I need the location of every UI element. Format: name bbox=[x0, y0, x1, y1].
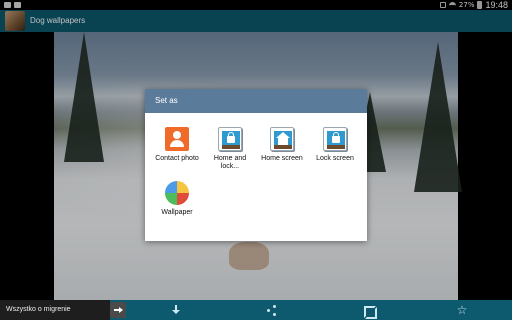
dialog-title: Set as bbox=[155, 96, 178, 105]
ad-banner[interactable]: Wszystko o migrenie bbox=[0, 300, 110, 320]
lock-icon bbox=[227, 132, 235, 143]
option-label: Home screen bbox=[261, 155, 303, 162]
house-shape bbox=[278, 138, 288, 145]
option-wallpaper[interactable]: Wallpaper bbox=[152, 181, 202, 237]
option-home-and-lock[interactable]: Home and lock... bbox=[205, 127, 255, 183]
option-home-screen[interactable]: Home screen bbox=[257, 127, 307, 183]
arrow-right-icon[interactable] bbox=[110, 302, 126, 318]
lock-photo-icon bbox=[218, 127, 242, 151]
lock-icon bbox=[332, 132, 340, 143]
share-icon[interactable] bbox=[266, 304, 278, 316]
option-label: Home and lock... bbox=[213, 155, 247, 170]
star-icon[interactable]: ☆ bbox=[456, 304, 468, 316]
dialog-header: Set as bbox=[145, 89, 367, 113]
contact-icon bbox=[165, 127, 189, 151]
download-icon[interactable] bbox=[170, 304, 182, 316]
option-label: Wallpaper bbox=[161, 209, 193, 216]
dialog-body: Contact photo Home and lock... Home scre… bbox=[145, 113, 367, 241]
crop-icon[interactable] bbox=[362, 304, 377, 319]
bottom-bar: Wszystko o migrenie ☆ bbox=[0, 300, 512, 320]
set-as-dialog: Set as Contact photo Home and lock... Ho… bbox=[145, 89, 367, 241]
pinwheel-icon bbox=[165, 181, 189, 205]
option-label: Contact photo bbox=[155, 155, 199, 162]
ad-banner-text: Wszystko o migrenie bbox=[6, 306, 71, 313]
option-lock-screen[interactable]: Lock screen bbox=[310, 127, 360, 183]
option-label: Lock screen bbox=[316, 155, 354, 162]
option-contact-photo[interactable]: Contact photo bbox=[152, 127, 202, 183]
lock-screen-icon bbox=[323, 127, 347, 151]
home-icon bbox=[270, 127, 294, 151]
